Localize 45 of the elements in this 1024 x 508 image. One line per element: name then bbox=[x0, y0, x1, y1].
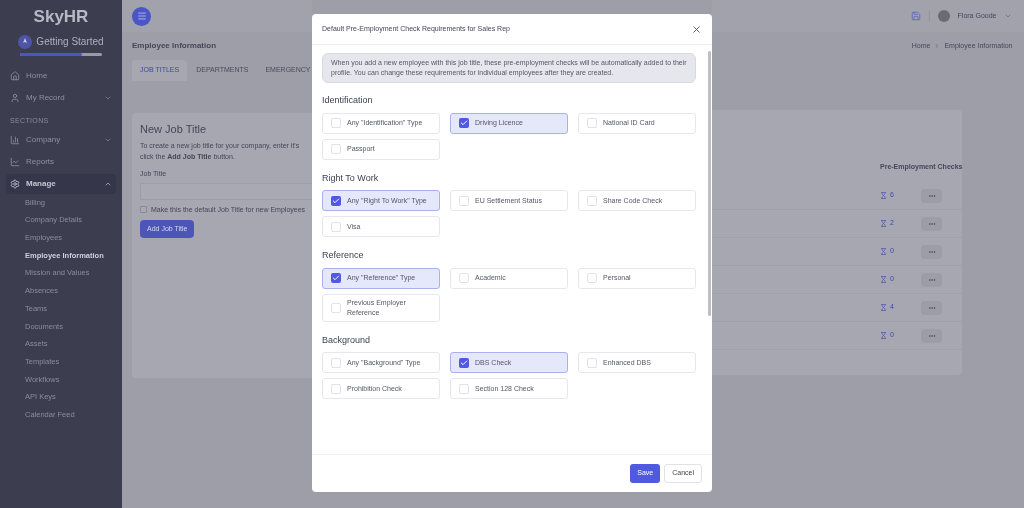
menu-button[interactable] bbox=[132, 6, 151, 26]
nav-icon bbox=[10, 71, 20, 81]
nav-icon bbox=[10, 178, 20, 189]
job-title-input[interactable] bbox=[140, 183, 312, 200]
getting-started-label: Getting Started bbox=[36, 35, 104, 49]
chevron-icon bbox=[934, 43, 941, 49]
nav-item[interactable]: Company bbox=[6, 129, 116, 150]
checkbox[interactable] bbox=[331, 195, 341, 206]
checkbox[interactable] bbox=[140, 206, 147, 213]
more-button[interactable] bbox=[921, 272, 943, 287]
chevron-icon bbox=[1004, 12, 1013, 20]
hourglass-icon bbox=[880, 248, 887, 255]
nav-item[interactable]: Home bbox=[6, 66, 116, 86]
nav-item[interactable]: Manage bbox=[6, 173, 116, 194]
logo: SkyHR bbox=[32, 6, 90, 28]
more-button[interactable] bbox=[921, 216, 943, 231]
save-icon[interactable] bbox=[910, 11, 921, 21]
hourglass-icon bbox=[880, 192, 887, 199]
hourglass-icon bbox=[880, 304, 887, 311]
rocket-icon bbox=[18, 34, 33, 49]
avatar[interactable] bbox=[937, 10, 950, 22]
section-title: Background bbox=[322, 333, 372, 347]
checkbox[interactable] bbox=[459, 118, 469, 128]
nav-icon bbox=[10, 93, 20, 103]
checkbox[interactable] bbox=[459, 357, 469, 368]
more-button[interactable] bbox=[921, 300, 943, 315]
more-button[interactable] bbox=[921, 244, 943, 259]
checkbox[interactable] bbox=[331, 273, 341, 283]
nav-item[interactable]: My Record bbox=[6, 88, 116, 108]
hourglass-icon bbox=[880, 332, 887, 339]
section-title: Reference bbox=[322, 249, 365, 262]
close-icon[interactable] bbox=[691, 23, 702, 35]
page-title: Employee Information bbox=[132, 40, 217, 52]
nav-item[interactable]: Reports bbox=[6, 151, 116, 172]
card-title: New Job Title bbox=[140, 122, 208, 137]
section-title: Right To Work bbox=[322, 171, 380, 185]
more-button[interactable] bbox=[921, 188, 943, 203]
nav-icon bbox=[10, 134, 20, 145]
hourglass-icon bbox=[880, 220, 887, 227]
menu-icon bbox=[136, 11, 147, 21]
hourglass-icon bbox=[880, 276, 887, 283]
section-title: Identification bbox=[322, 94, 374, 107]
nav-icon bbox=[10, 156, 20, 167]
chevron-icon bbox=[104, 94, 112, 102]
more-button[interactable] bbox=[921, 328, 943, 343]
